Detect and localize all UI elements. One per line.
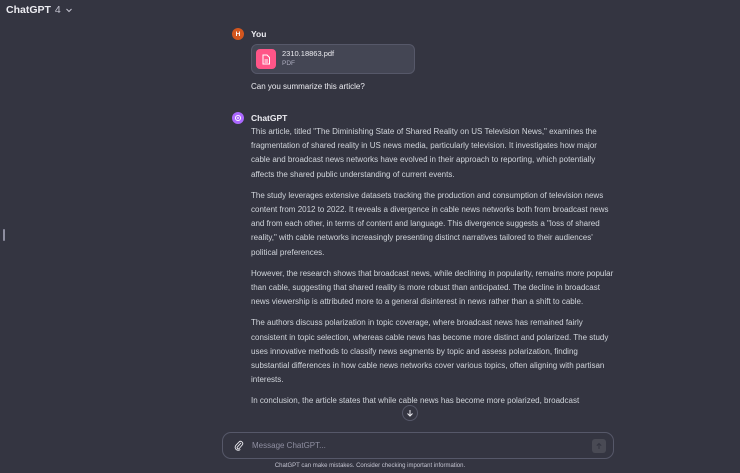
response-paragraph: The study leverages extensive datasets t… — [251, 190, 609, 257]
pdf-attachment[interactable]: 2310.18863.pdf PDF — [251, 44, 415, 74]
document-icon — [256, 49, 276, 69]
response-paragraph: However, the research shows that broadca… — [251, 268, 614, 307]
user-message-text: Can you summarize this article? — [251, 82, 365, 91]
assistant-message: ChatGPT This article, titled "The Dimini… — [232, 112, 614, 442]
user-message: H You 2310.18863.pdf PDF Can you summari… — [232, 28, 614, 91]
attachment-file-name: 2310.18863.pdf — [282, 49, 335, 58]
disclaimer-text: ChatGPT can make mistakes. Consider chec… — [274, 463, 466, 469]
message-composer — [222, 432, 614, 459]
response-paragraph: This article, titled "The Diminishing St… — [251, 127, 597, 179]
model-name: ChatGPT — [6, 4, 51, 16]
message-input[interactable] — [248, 440, 592, 451]
chat-page: ChatGPT 4 H You 2310.18863.pdf PDF Can y… — [0, 0, 740, 473]
user-message-header: H You — [232, 28, 614, 40]
arrow-up-icon — [596, 442, 602, 449]
response-paragraph: The authors discuss polarization in topi… — [251, 318, 609, 385]
sidebar-toggle-handle[interactable] — [3, 229, 5, 241]
model-selector[interactable]: ChatGPT 4 — [0, 0, 73, 20]
user-avatar: H — [232, 28, 244, 40]
chatgpt-logo-icon — [232, 112, 244, 124]
assistant-message-header: ChatGPT — [232, 112, 614, 124]
send-button[interactable] — [592, 438, 606, 453]
conversation: H You 2310.18863.pdf PDF Can you summari… — [232, 28, 614, 442]
attachment-file-type: PDF — [282, 60, 295, 67]
arrow-down-icon — [407, 410, 413, 417]
paperclip-icon[interactable] — [230, 437, 248, 455]
scroll-to-bottom-button[interactable] — [402, 405, 418, 421]
response-paragraph: In conclusion, the article states that w… — [251, 396, 580, 406]
assistant-author-name: ChatGPT — [251, 113, 288, 123]
model-version: 4 — [54, 4, 61, 16]
user-author-name: You — [251, 29, 267, 39]
chevron-down-icon — [65, 6, 73, 14]
